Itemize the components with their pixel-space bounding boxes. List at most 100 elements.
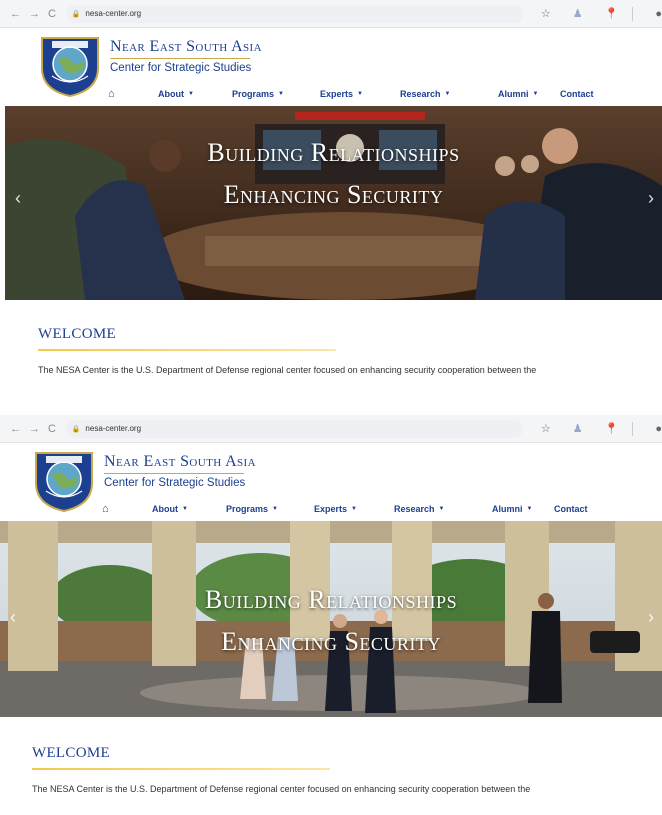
browser-tools: ☆ ♟ 📍 ● [541, 6, 662, 21]
site-header: Near East South Asia Center for Strategi… [0, 443, 662, 521]
site-subtitle: Center for Strategic Studies [110, 62, 252, 74]
site-header: Near East South Asia Center for Strategi… [0, 28, 662, 106]
brand-block[interactable]: Near East South Asia Center for Strategi… [110, 38, 262, 74]
welcome-underline [32, 768, 330, 770]
lock-icon: 🔒 [71, 425, 81, 433]
menu-label: Experts [314, 504, 348, 514]
menu-label: Programs [232, 89, 275, 99]
menu-label: Alumni [492, 504, 523, 514]
nesa-seal-logo[interactable] [38, 32, 102, 98]
caret-down-icon: ▼ [351, 506, 357, 512]
caret-down-icon: ▼ [357, 91, 363, 97]
menu-item-experts[interactable]: Experts ▼ [320, 89, 400, 99]
main-menu: ⌂ About ▼ Programs ▼ Experts ▼ Research ▼ Al… [108, 86, 594, 102]
menu-item-alumni[interactable]: Alumni ▼ [498, 89, 560, 99]
site-name: Near East South Asia [104, 453, 256, 470]
address-bar[interactable]: 🔒 nesa-center.org [65, 4, 523, 23]
menu-label: Alumni [498, 89, 529, 99]
site-name: Near East South Asia [110, 38, 262, 55]
browser-nav: ← → C [10, 8, 60, 20]
menu-item-research[interactable]: Research ▼ [400, 89, 498, 99]
menu-label: Experts [320, 89, 354, 99]
welcome-title: WELCOME [32, 745, 110, 761]
caret-down-icon: ▼ [182, 506, 188, 512]
hero-headline-2: Enhancing Security [223, 180, 444, 209]
browser-tools: ☆ ♟ 📍 ● [541, 421, 662, 436]
main-menu: ⌂ About ▼ Programs ▼ Experts ▼ Research ▼ Al… [102, 501, 588, 517]
menu-label: About [158, 89, 184, 99]
welcome-text: The NESA Center is the U.S. Department o… [38, 365, 537, 375]
extension-icon[interactable]: ♟ [573, 7, 583, 20]
hero-headline-2: Enhancing Security [221, 627, 441, 656]
menu-label: Contact [560, 89, 594, 99]
browser-nav: ← → C [10, 423, 60, 435]
extension-icon[interactable]: ♟ [573, 422, 583, 435]
chevron-right-icon[interactable]: › [648, 188, 654, 209]
menu-item-experts[interactable]: Experts ▼ [314, 504, 394, 514]
forward-icon[interactable]: → [29, 423, 40, 435]
menu-label: Research [394, 504, 435, 514]
hero-carousel[interactable]: Building Relationships Enhancing Securit… [5, 106, 662, 300]
menu-item-contact[interactable]: Contact [554, 504, 588, 514]
screenshot-1: ← → C 🔒 nesa-center.org ☆ ♟ 📍 ● Near Eas… [0, 0, 662, 400]
hero-headline-1: Building Relationships [207, 138, 460, 167]
welcome-underline [38, 349, 336, 351]
nesa-seal-logo[interactable] [32, 447, 96, 513]
menu-item-about[interactable]: About ▼ [152, 504, 226, 514]
caret-down-icon: ▼ [272, 506, 278, 512]
account-icon[interactable]: ● [655, 8, 662, 20]
menu-label: About [152, 504, 178, 514]
menu-item-about[interactable]: About ▼ [158, 89, 232, 99]
chevron-left-icon[interactable]: ‹ [15, 188, 21, 209]
pin-icon[interactable]: 📍 [605, 7, 619, 20]
chevron-right-icon[interactable]: › [648, 607, 654, 628]
menu-item-programs[interactable]: Programs ▼ [232, 89, 320, 99]
welcome-section: WELCOME The NESA Center is the U.S. Depa… [38, 326, 536, 375]
toolbar-divider [632, 6, 634, 21]
toolbar-divider [632, 421, 634, 436]
screenshot-gap [0, 400, 662, 415]
menu-label: Research [400, 89, 441, 99]
caret-down-icon: ▼ [188, 91, 194, 97]
reload-icon[interactable]: C [48, 8, 56, 20]
home-icon[interactable]: ⌂ [108, 88, 158, 100]
menu-item-contact[interactable]: Contact [560, 89, 594, 99]
welcome-section: WELCOME The NESA Center is the U.S. Depa… [32, 745, 530, 794]
star-icon[interactable]: ☆ [541, 422, 551, 435]
url-text: nesa-center.org [85, 424, 142, 433]
url-text: nesa-center.org [85, 9, 142, 18]
caret-down-icon: ▼ [278, 91, 284, 97]
browser-toolbar: ← → C 🔒 nesa-center.org ☆ ♟ 📍 ● [0, 0, 662, 28]
star-icon[interactable]: ☆ [541, 7, 551, 20]
forward-icon[interactable]: → [29, 8, 40, 20]
screenshot-2: ← → C 🔒 nesa-center.org ☆ ♟ 📍 ● Near Eas… [0, 415, 662, 815]
welcome-text: The NESA Center is the U.S. Department o… [32, 784, 531, 794]
hero-photo-colonnade [0, 521, 662, 717]
browser-toolbar: ← → C 🔒 nesa-center.org ☆ ♟ 📍 ● [0, 415, 662, 443]
hero-carousel[interactable]: Building Relationships Enhancing Securit… [0, 521, 662, 717]
pin-icon[interactable]: 📍 [605, 422, 619, 435]
menu-label: Programs [226, 504, 269, 514]
brand-divider [104, 473, 244, 474]
welcome-title: WELCOME [38, 326, 116, 342]
hero-headline-1: Building Relationships [204, 585, 458, 614]
reload-icon[interactable]: C [48, 423, 56, 435]
caret-down-icon: ▼ [444, 91, 451, 97]
lock-icon: 🔒 [71, 10, 81, 18]
home-icon[interactable]: ⌂ [102, 503, 152, 515]
address-bar[interactable]: 🔒 nesa-center.org [65, 419, 523, 438]
menu-label: Contact [554, 504, 588, 514]
back-icon[interactable]: ← [10, 423, 21, 435]
back-icon[interactable]: ← [10, 8, 21, 20]
caret-down-icon: ▼ [526, 506, 533, 512]
caret-down-icon: ▼ [438, 506, 445, 512]
menu-item-research[interactable]: Research ▼ [394, 504, 492, 514]
site-subtitle: Center for Strategic Studies [104, 477, 246, 489]
brand-block[interactable]: Near East South Asia Center for Strategi… [104, 453, 256, 489]
menu-item-programs[interactable]: Programs ▼ [226, 504, 314, 514]
caret-down-icon: ▼ [532, 91, 539, 97]
brand-divider [110, 58, 250, 59]
account-icon[interactable]: ● [655, 423, 662, 435]
menu-item-alumni[interactable]: Alumni ▼ [492, 504, 554, 514]
chevron-left-icon[interactable]: ‹ [10, 607, 16, 628]
